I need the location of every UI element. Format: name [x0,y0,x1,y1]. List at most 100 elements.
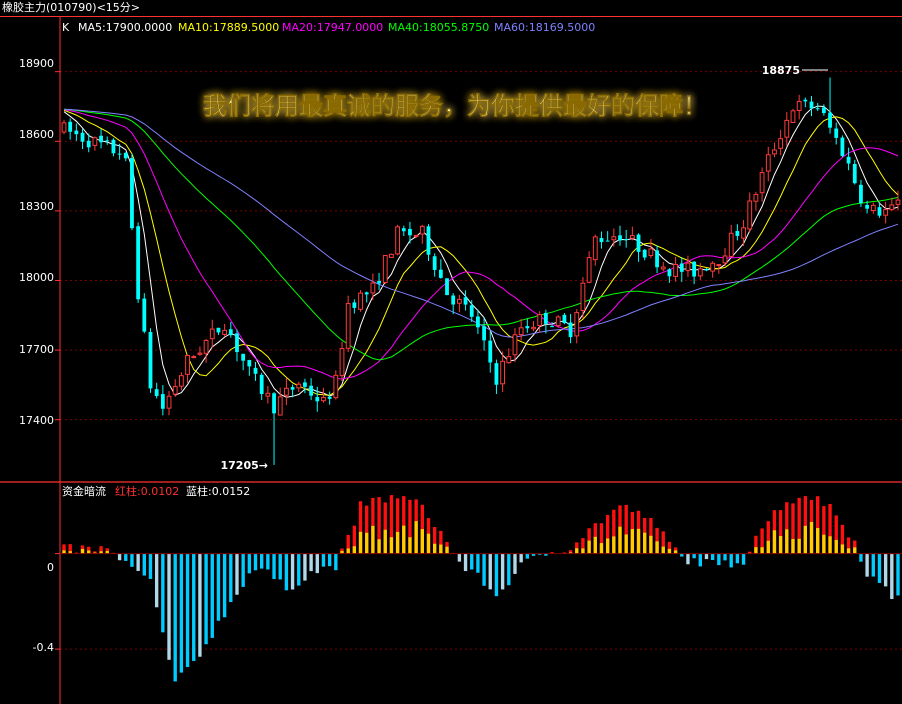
blue-bar [161,553,165,633]
blue-bar [507,553,511,586]
yellow-bar [791,538,795,554]
candlestick [445,278,449,296]
candlestick [160,385,165,416]
blue-bar [241,553,245,587]
candlestick [555,315,561,328]
candlestick [80,128,85,150]
k-chart-label: K [62,21,70,34]
candlestick [735,224,740,241]
blue-bar [488,553,492,590]
candlestick [309,378,314,401]
candlestick [61,119,67,135]
candlestick [673,256,679,282]
yellow-bar [785,529,789,554]
yellow-bar [655,541,659,554]
candlestick [197,346,203,356]
blue-bar [229,553,233,603]
candlestick [790,108,796,123]
candlestick [765,146,771,182]
candlestick [531,321,536,332]
yellow-bar [377,539,381,554]
yellow-bar [389,537,394,554]
hist-y-tick-neg04: -0.4 [33,641,54,654]
candlestick [834,122,839,145]
candlestick [154,382,159,399]
candlestick [784,112,790,146]
candlestick [599,231,604,249]
yellow-bar [358,531,363,554]
blue-bar [457,553,462,562]
candlestick [883,201,889,224]
yellow-bar [760,547,764,554]
yellow-bar [809,521,814,554]
candlestick [228,322,233,338]
yellow-bar [797,538,801,554]
candlestick [178,372,184,391]
blue-bar [247,553,252,574]
y-tick-18000: 18000 [19,271,54,284]
ma40-legend: MA40:18055.8750 [388,21,489,34]
y-tick-17700: 17700 [19,343,54,356]
candlestick [846,147,851,171]
candlestick [111,138,116,157]
yellow-bar [371,525,375,554]
blue-bar [710,553,715,561]
blue-bar [297,553,301,586]
y-tick-18600: 18600 [19,128,54,141]
candlestick [512,328,518,363]
yellow-bar [383,529,387,554]
window-title: 橡胶主力(010790)<15分> [0,0,902,16]
blue-bar-legend: 蓝柱:0.0152 [186,484,250,498]
candlestick [377,272,381,290]
blue-bar [871,553,875,577]
blue-bar [476,553,480,573]
candlestick [525,318,530,333]
candlestick [463,290,468,311]
promo-slogan: 我们将用最真诚的服务，为你提供最好的保障！ [203,92,707,120]
indicator-title: 资金暗流 [62,484,106,498]
red-bar-legend: 红柱:0.0102 [115,484,179,498]
yellow-bar [766,540,770,554]
fund-flow-histogram [60,495,902,682]
candlestick [488,330,493,373]
yellow-bar [822,534,826,554]
candlestick [401,225,406,237]
candlestick [655,245,659,274]
candlestick [148,328,153,393]
blue-bar [500,553,505,590]
candlestick [209,319,215,349]
candlestick [136,222,141,303]
candlestick [494,359,499,394]
yellow-bar [575,548,579,554]
candlestick [438,259,443,279]
candlestick [203,339,209,363]
yellow-bar [649,535,653,554]
blue-bar [692,553,696,559]
candlestick [142,293,147,334]
candlestick [352,299,357,314]
chart-canvas[interactable]: K MA5:17900.0000 MA10:17889.5000 MA20:17… [0,16,902,704]
candlestick [364,291,369,303]
candlestick [105,136,110,145]
candlestick [333,370,339,400]
candlestick [772,142,777,158]
yellow-bar [840,544,845,554]
yellow-bar [581,548,585,554]
candlestick [618,225,622,246]
blue-bar [896,553,900,596]
candlestick [728,224,734,257]
candlestick [636,233,641,262]
yellow-bar [618,526,622,554]
blue-bar [290,553,295,590]
yellow-bar [365,532,369,554]
yellow-bar [80,548,85,554]
blue-bar [883,553,888,587]
blue-bar [136,553,140,571]
candlestick [272,392,276,465]
blue-bar [142,553,146,576]
candlestick [592,234,598,266]
blue-bar [519,553,523,563]
candlestick [283,377,289,406]
blue-bar [260,553,264,569]
y-tick-17400: 17400 [19,414,54,427]
